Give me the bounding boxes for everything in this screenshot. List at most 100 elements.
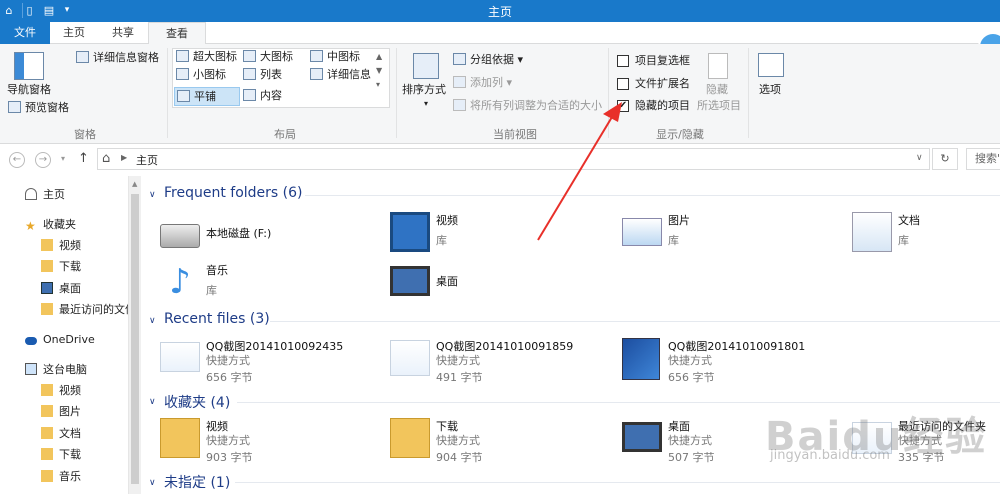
- scroll-thumb[interactable]: [131, 194, 139, 484]
- nav-item-this-pc[interactable]: 这台电脑: [25, 360, 87, 380]
- frequent-folder-item[interactable]: 文档 库: [852, 210, 1000, 256]
- nav-item-fav-desktop[interactable]: 桌面: [41, 279, 81, 299]
- home-icon: ⌂: [102, 151, 111, 166]
- nav-item-home[interactable]: 主页: [25, 185, 65, 205]
- layout-extra-large-icons[interactable]: 超大图标: [176, 49, 237, 65]
- nav-item-onedrive[interactable]: OneDrive: [25, 330, 95, 350]
- group-divider: [748, 48, 749, 138]
- breadcrumb-chevron-icon[interactable]: ▶: [121, 153, 127, 162]
- back-button[interactable]: ←: [9, 152, 25, 168]
- refresh-button[interactable]: ↻: [932, 148, 958, 170]
- title-bar: ⌂ ▯ ▤ ▾ 主页: [0, 0, 1000, 22]
- sort-dropdown-icon[interactable]: ▾: [424, 96, 428, 112]
- group-divider: [167, 48, 168, 138]
- forward-button[interactable]: →: [35, 152, 51, 168]
- tab-file[interactable]: 文件: [0, 22, 50, 44]
- section-frequent-folders[interactable]: Frequent folders (6): [164, 185, 303, 201]
- item-size: 507 字节: [668, 451, 715, 464]
- downloads-folder-icon: [41, 260, 53, 272]
- favorite-item[interactable]: 下载 快捷方式 904 字节: [390, 416, 590, 464]
- details-pane-icon: [76, 51, 89, 63]
- favorite-item[interactable]: 视频 快捷方式 903 字节: [160, 416, 360, 464]
- nav-item-favorites[interactable]: ★ 收藏夹: [25, 215, 76, 235]
- computer-icon: [25, 363, 37, 375]
- item-name: 音乐: [206, 264, 228, 277]
- hide-selected-line1[interactable]: 隐藏: [706, 82, 728, 98]
- details-pane-button[interactable]: 详细信息窗格: [76, 50, 159, 66]
- nav-pane-button[interactable]: 导航窗格: [7, 82, 51, 98]
- nav-item-pc-videos[interactable]: 视频: [41, 381, 81, 401]
- address-dropdown-icon[interactable]: ∨: [916, 153, 923, 163]
- item-type: 快捷方式: [436, 354, 480, 367]
- file-extensions-checkbox[interactable]: [617, 78, 629, 90]
- frequent-folder-item[interactable]: 本地磁盘 (F:): [160, 212, 360, 258]
- add-column-button[interactable]: 添加列 ▾: [453, 75, 512, 91]
- frequent-folder-item[interactable]: 桌面: [390, 260, 590, 306]
- tab-view[interactable]: 查看: [148, 22, 206, 45]
- layout-large-icons[interactable]: 大图标: [243, 49, 293, 65]
- nav-item-fav-downloads[interactable]: 下载: [41, 257, 81, 277]
- nav-item-fav-recent[interactable]: 最近访问的文件: [41, 300, 136, 320]
- recent-file-item[interactable]: QQ截图20141010091859 快捷方式 491 字节: [390, 336, 590, 384]
- layout-content[interactable]: 内容: [243, 88, 282, 104]
- group-label-show-hide: 显示/隐藏: [656, 128, 704, 141]
- nav-item-fav-videos[interactable]: 视频: [41, 236, 81, 256]
- layout-details[interactable]: 详细信息: [310, 67, 371, 83]
- recent-locations-icon[interactable]: ▾: [61, 154, 65, 163]
- item-checkboxes-checkbox[interactable]: [617, 55, 629, 67]
- scroll-up-icon[interactable]: ▲: [132, 180, 137, 188]
- documents-folder-icon: [41, 427, 53, 439]
- frequent-folder-item[interactable]: ♪ 音乐 库: [160, 260, 360, 306]
- section-divider: [237, 402, 1000, 403]
- layout-small-icons[interactable]: 小图标: [176, 67, 226, 83]
- screenshot-thumbnail-icon: [622, 338, 660, 380]
- nav-item-pc-music[interactable]: 音乐: [41, 467, 81, 487]
- cloud-icon: [25, 337, 37, 345]
- item-size: 903 字节: [206, 451, 253, 464]
- group-by-button[interactable]: 分组依据 ▾: [453, 52, 523, 68]
- layout-option-label: 内容: [260, 89, 282, 102]
- options-button[interactable]: 选项: [759, 82, 781, 98]
- item-subtitle: 库: [898, 234, 909, 247]
- preview-pane-label: 预览窗格: [25, 101, 69, 114]
- collapse-chevron-icon[interactable]: ∨: [149, 316, 156, 326]
- recent-file-item[interactable]: QQ截图20141010092435 快捷方式 656 字节: [160, 336, 360, 384]
- add-column-label: 添加列: [470, 76, 503, 89]
- desktop-icon: [41, 282, 53, 294]
- window-title: 主页: [487, 5, 512, 19]
- collapse-chevron-icon[interactable]: ∨: [149, 190, 156, 200]
- recent-file-item[interactable]: QQ截图20141010091801 快捷方式 656 字节: [622, 336, 822, 384]
- layout-option-label: 小图标: [193, 68, 226, 81]
- section-favorites[interactable]: 收藏夹 (4): [164, 392, 230, 412]
- tab-share[interactable]: 共享: [98, 22, 148, 44]
- section-unspecified[interactable]: 未指定 (1): [164, 472, 230, 492]
- up-button[interactable]: ↑: [78, 151, 89, 166]
- item-type: 快捷方式: [436, 434, 480, 447]
- search-input[interactable]: 搜索": [966, 148, 1000, 170]
- layout-list[interactable]: 列表: [243, 67, 282, 83]
- layout-medium-icons[interactable]: 中图标: [310, 49, 360, 65]
- frequent-folder-item[interactable]: 图片 库: [622, 210, 822, 256]
- tab-home[interactable]: 主页: [50, 22, 98, 44]
- hide-selected-line2[interactable]: 所选项目: [697, 98, 741, 114]
- gallery-scroll-icon[interactable]: ▲ ▼ ▾: [376, 50, 382, 92]
- breadcrumb-current[interactable]: 主页: [136, 152, 158, 168]
- hide-selected-icon: [708, 53, 728, 79]
- nav-item-pc-downloads[interactable]: 下载: [41, 445, 81, 465]
- hard-drive-icon: [160, 224, 200, 248]
- preview-pane-button[interactable]: 预览窗格: [8, 100, 69, 116]
- sort-icon: [413, 53, 439, 79]
- video-folder-icon: [160, 418, 200, 458]
- nav-item-pc-pictures[interactable]: 图片: [41, 402, 81, 422]
- collapse-chevron-icon[interactable]: ∨: [149, 397, 156, 407]
- nav-item-pc-documents[interactable]: 文档: [41, 424, 81, 444]
- large-icons-icon: [243, 50, 256, 62]
- extra-large-icons-icon: [176, 50, 189, 62]
- collapse-chevron-icon[interactable]: ∨: [149, 478, 156, 488]
- address-bar[interactable]: ⌂ ▶ 主页 ∨: [97, 148, 930, 170]
- section-recent-files[interactable]: Recent files (3): [164, 311, 270, 327]
- layout-tiles-selected[interactable]: 平铺: [174, 87, 240, 106]
- nav-pane-scrollbar[interactable]: ▲: [128, 176, 141, 494]
- nav-pane-icon[interactable]: [14, 52, 44, 80]
- desktop-icon: [622, 422, 662, 452]
